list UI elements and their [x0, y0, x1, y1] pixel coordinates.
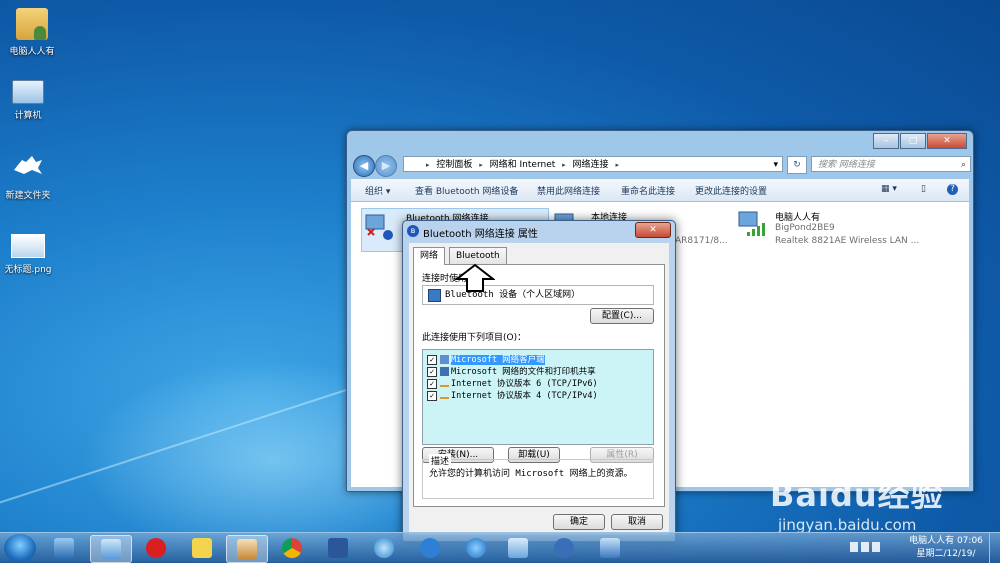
list-item[interactable]: ✓ Microsoft 网络的文件和打印机共享 [427, 365, 596, 377]
checkbox[interactable]: ✓ [427, 354, 437, 365]
volume-icon[interactable] [861, 542, 869, 552]
desktop-icon-label: 无标题.png [4, 265, 52, 275]
taskbar-clock[interactable]: 电脑人人有 07:06 星期二/12/19/ [906, 535, 986, 561]
forward-icon[interactable]: ▶ [375, 155, 397, 177]
desktop-icon-label: 电脑人人有 [9, 47, 55, 57]
printer-sharing-icon [440, 367, 449, 376]
preview-pane-icon[interactable]: ▯ [921, 184, 926, 194]
items-label: 此连接使用下列项目(O)： [422, 333, 527, 343]
command-bar: 组织 ▾ 查看 Bluetooth 网络设备 禁用此网络连接 重命名此连接 更改… [351, 179, 969, 202]
description-group: 描述 允许您的计算机访问 Microsoft 网络上的资源。 [422, 454, 654, 499]
taskbar-app-control-panel[interactable] [90, 535, 132, 563]
taskbar-app-notes[interactable] [182, 535, 222, 561]
close-icon[interactable]: ✕ [927, 133, 967, 149]
components-list: ✓ Microsoft 网络客户端 ✓ Microsoft 网络的文件和打印机共享 … [422, 349, 654, 445]
refresh-icon[interactable]: ↻ [787, 156, 807, 174]
desktop-icon-label: 新建文件夹 [5, 191, 51, 201]
show-desktop-button[interactable] [989, 533, 1000, 563]
network-adapter-icon [365, 214, 393, 240]
start-button[interactable] [4, 534, 36, 562]
flag-icon[interactable] [850, 542, 858, 552]
network-signal-icon[interactable] [872, 542, 880, 552]
connection-adapter: Realtek 8821AE Wireless LAN ... [775, 236, 920, 246]
description-text: 允许您的计算机访问 Microsoft 网络上的资源。 [429, 469, 633, 479]
connection-name: 电脑人人有 [775, 213, 821, 223]
taskbar: 电脑人人有 07:06 星期二/12/19/ [0, 532, 1000, 563]
breadcrumb-network-connections[interactable]: 网络连接 [573, 160, 609, 170]
back-icon[interactable]: ◀ [353, 155, 375, 177]
baidu-watermark: Baidu经验 [770, 470, 944, 516]
taskbar-app-monitor[interactable] [590, 535, 630, 561]
tab-panel-network: 连接时使用： Bluetooth 设备（个人区域网） 配置(C)... 此连接使… [413, 264, 665, 507]
tab-bluetooth[interactable]: Bluetooth [449, 247, 507, 264]
close-button[interactable]: ✕ [635, 222, 671, 238]
cancel-button[interactable]: 取消 [611, 514, 663, 530]
address-bar[interactable]: ▸ 控制面板 ▸ 网络和 Internet ▸ 网络连接 ▸ ▾ [403, 156, 783, 172]
taskbar-app-chess[interactable] [136, 535, 176, 561]
search-input[interactable]: 搜索 网络连接 ⌕ [811, 156, 971, 172]
desktop-icon-computer[interactable]: 计算机 [0, 80, 60, 121]
search-icon[interactable]: ⌕ [961, 157, 966, 173]
bluetooth-icon: ʙ [407, 225, 419, 237]
view-options-icon[interactable]: ▦ ▾ [881, 184, 897, 194]
address-row: ◀ ▶ ▸ 控制面板 ▸ 网络和 Internet ▸ 网络连接 ▸ ▾ ↻ 搜… [351, 153, 971, 177]
change-settings-button[interactable]: 更改此连接的设置 [695, 184, 767, 197]
minimize-icon[interactable]: – [873, 133, 899, 149]
disable-connection-button[interactable]: 禁用此网络连接 [537, 184, 600, 197]
window-controls: – □ ✕ [873, 133, 967, 149]
connection-adapter: AR8171/8... [675, 236, 728, 246]
bluetooth-device-icon [428, 289, 441, 302]
list-item[interactable]: ✓ Internet 协议版本 4 (TCP/IPv4) [427, 389, 598, 401]
taskbar-app-settings[interactable] [544, 535, 584, 561]
breadcrumb-control-panel[interactable]: 控制面板 [436, 160, 472, 170]
connection-wireless[interactable]: 电脑人人有 BigPond2BE9 Realtek 8821AE Wireles… [735, 208, 965, 250]
tab-network[interactable]: 网络 [413, 247, 446, 265]
taskbar-app-word[interactable] [318, 535, 358, 561]
taskbar-app-explorer[interactable] [498, 535, 538, 561]
desktop-icon-user-folder[interactable]: 电脑人人有 [0, 8, 64, 57]
image-file-icon [11, 234, 45, 258]
desktop-icon-folder[interactable]: 新建文件夹 [0, 152, 60, 201]
view-bluetooth-devices-button[interactable]: 查看 Bluetooth 网络设备 [415, 184, 518, 197]
taskbar-app-paint[interactable] [226, 535, 268, 563]
checkbox[interactable]: ✓ [427, 390, 437, 401]
connection-status: BigPond2BE9 [775, 223, 835, 233]
search-placeholder: 搜索 网络连接 [818, 160, 875, 170]
taskbar-app-sogou[interactable] [410, 535, 450, 561]
folder-icon [12, 152, 44, 184]
ok-button[interactable]: 确定 [553, 514, 605, 530]
clock-time: 电脑人人有 07:06 [909, 536, 983, 546]
protocol-icon [440, 392, 449, 399]
taskbar-app-ie[interactable] [456, 535, 496, 561]
wireless-signal-icon [738, 211, 765, 236]
taskbar-app-chrome[interactable] [272, 535, 312, 561]
checkbox[interactable]: ✓ [427, 378, 437, 389]
breadcrumb-network-internet[interactable]: 网络和 Internet [490, 160, 556, 170]
taskbar-app-browser[interactable] [364, 535, 404, 561]
rename-connection-button[interactable]: 重命名此连接 [621, 184, 675, 197]
network-client-icon [440, 355, 449, 364]
organize-button[interactable]: 组织 ▾ [365, 184, 390, 197]
desktop-icon-label: 计算机 [14, 111, 42, 121]
list-item[interactable]: ✓ Microsoft 网络客户端 [427, 353, 545, 365]
dialog-title: Bluetooth 网络连接 属性 [423, 229, 538, 240]
maximize-icon[interactable]: □ [900, 133, 926, 149]
protocol-icon [440, 380, 449, 387]
system-tray [850, 542, 895, 554]
user-folder-icon [16, 8, 48, 40]
computer-icon [12, 80, 44, 104]
list-item[interactable]: ✓ Internet 协议版本 6 (TCP/IPv6) [427, 377, 598, 389]
bluetooth-properties-dialog: ʙ Bluetooth 网络连接 属性 ✕ 网络 Bluetooth 连接时使用… [402, 220, 676, 542]
clock-date: 星期二/12/19/ [916, 549, 976, 559]
taskbar-app-desktop[interactable] [44, 535, 84, 561]
watermark-brand: Baidu经验 [770, 476, 944, 514]
annotation-arrow-icon [455, 263, 495, 292]
checkbox[interactable]: ✓ [427, 366, 437, 377]
configure-button[interactable]: 配置(C)... [590, 308, 654, 324]
chevron-down-icon[interactable]: ▾ [773, 157, 778, 173]
desktop-icon-image[interactable]: 无标题.png [0, 234, 60, 275]
dialog-body: 网络 Bluetooth 连接时使用： Bluetooth 设备（个人区域网） … [409, 243, 669, 535]
help-icon[interactable]: ? [947, 184, 958, 195]
